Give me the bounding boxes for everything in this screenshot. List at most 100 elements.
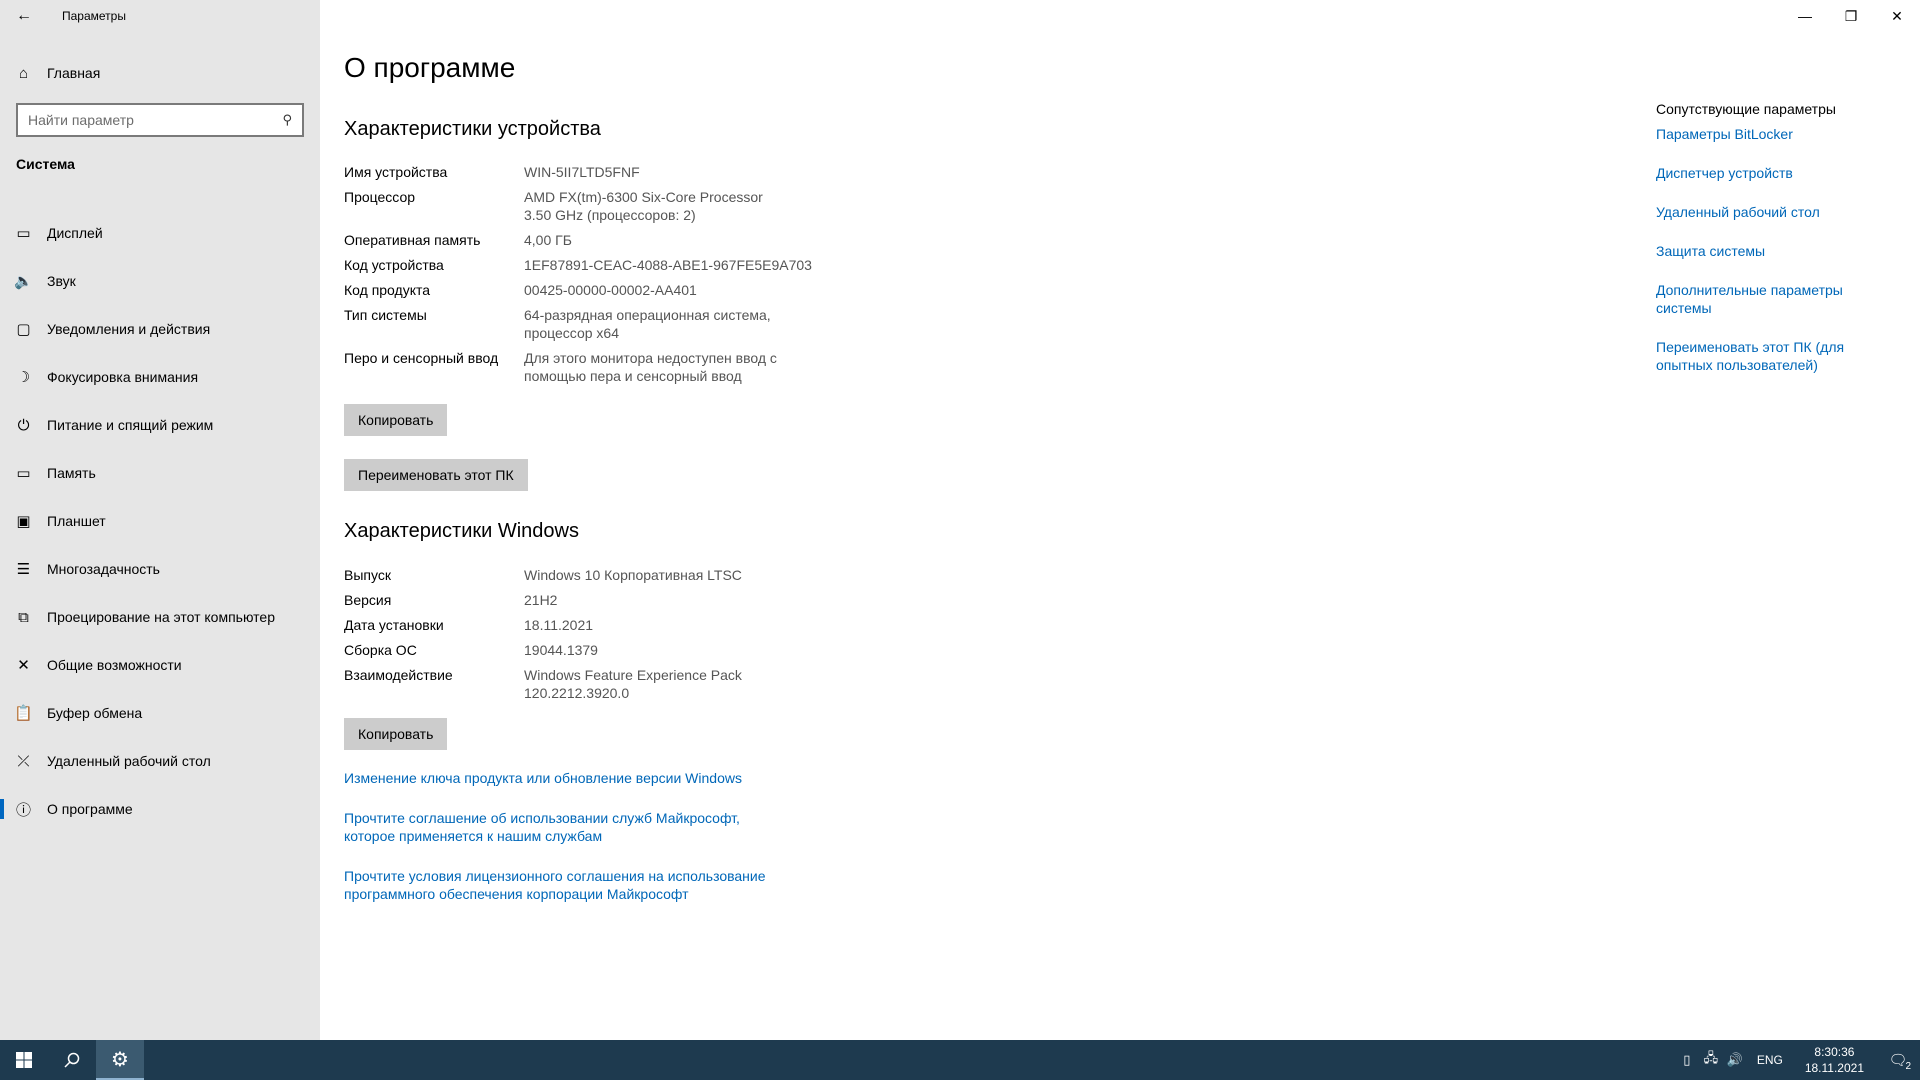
- spec-value: 00425-00000-00002-AA401: [524, 282, 697, 298]
- spec-value: 19044.1379: [524, 642, 598, 658]
- usb-device-icon[interactable]: ▯: [1675, 1052, 1699, 1068]
- spec-row: Код продукта 00425-00000-00002-AA401: [344, 281, 864, 299]
- sidebar-item-power[interactable]: ⏻ Питание и спящий режим: [0, 401, 320, 449]
- spec-label: Код продукта: [344, 282, 431, 298]
- project-icon: ⧉: [18, 608, 29, 626]
- related-link-advanced-system[interactable]: Дополнительные параметры системы: [1656, 281, 1896, 317]
- speaker-icon: 🔈: [14, 273, 33, 290]
- restore-icon: ❐: [1844, 7, 1858, 24]
- home-icon: ⌂: [18, 64, 29, 82]
- system-tray: ▯ 🖧 🔊 ENG 8:30:36 18.11.2021 🗨 2: [1675, 1040, 1920, 1080]
- spec-row: Код устройства 1EF87891-CEAC-4088-ABE1-96…: [344, 256, 864, 274]
- windows-specs-table: Выпуск Windows 10 Корпоративная LTSC Верси…: [344, 566, 864, 709]
- sidebar-item-tablet[interactable]: ▣ Планшет: [0, 497, 320, 545]
- change-product-key-link[interactable]: Изменение ключа продукта или обновление …: [344, 769, 824, 787]
- sidebar-item-clipboard[interactable]: 📋 Буфер обмена: [0, 689, 320, 737]
- related-link-remote-desktop[interactable]: Удаленный рабочий стол: [1656, 203, 1896, 221]
- search-input[interactable]: Найти параметр ⚲: [16, 103, 304, 137]
- spec-label: Выпуск: [344, 567, 391, 583]
- taskbar-settings-app[interactable]: ⚙: [96, 1040, 144, 1080]
- windows-logo-icon: [16, 1052, 32, 1068]
- sidebar-item-info[interactable]: ⓘ О программе: [0, 785, 320, 833]
- services-agreement-link[interactable]: Прочтите соглашение об использовании слу…: [344, 809, 824, 845]
- sidebar-item-label: Фокусировка внимания: [47, 369, 199, 385]
- storage-icon: ▭: [16, 465, 31, 482]
- tablet-icon: ▣: [16, 513, 31, 530]
- sidebar-item-label: О программе: [47, 801, 133, 817]
- titlebar: ← Параметры: [0, 0, 320, 32]
- minimize-icon: —: [1798, 8, 1812, 24]
- close-icon: ✕: [1891, 7, 1903, 24]
- volume-icon[interactable]: 🔊: [1723, 1052, 1747, 1068]
- shared-experiences-icon: ✕: [17, 657, 30, 674]
- clock-time: 8:30:36: [1814, 1045, 1855, 1059]
- sidebar-nav: ▭ Дисплей 🔈 Звук ▢ Уведомления и действия ☽ Фок…: [0, 209, 320, 833]
- license-terms-link[interactable]: Прочтите условия лицензионного соглашени…: [344, 867, 824, 903]
- spec-row: Перо и сенсорный ввод Для этого монитора …: [344, 349, 864, 385]
- spec-value: Windows 10 Корпоративная LTSC: [524, 567, 742, 583]
- taskbar-search-button[interactable]: [48, 1040, 96, 1080]
- sidebar-item-multitasking[interactable]: ☰ Многозадачность: [0, 545, 320, 593]
- spec-label: Дата установки: [344, 617, 444, 633]
- spec-label: Оперативная память: [344, 232, 481, 248]
- section-heading: Система: [16, 156, 75, 172]
- sidebar-item-label: Дисплей: [47, 225, 103, 241]
- spec-label: Взаимодействие: [344, 667, 453, 683]
- copy-windows-specs-button[interactable]: Копировать: [344, 718, 448, 750]
- related-link-rename-advanced[interactable]: Переименовать этот ПК (для опытных польз…: [1656, 338, 1896, 374]
- power-icon: ⏻: [17, 416, 30, 434]
- taskbar: ⚙ ▯ 🖧 🔊 ENG 8:30:36 18.11.2021 🗨 2: [0, 1040, 1920, 1080]
- sidebar-item-label: Память: [47, 465, 96, 481]
- spec-row: Имя устройства WIN-5II7LTD5FNF: [344, 163, 864, 181]
- spec-value: AMD FX(tm)-6300 Six-Core Processor 3.50 …: [524, 189, 763, 223]
- action-center-button[interactable]: 🗨 2: [1876, 1040, 1920, 1080]
- sidebar-item-home[interactable]: ⌂ Главная: [0, 57, 320, 89]
- sidebar-item-moon[interactable]: ☽ Фокусировка внимания: [0, 353, 320, 401]
- minimize-button[interactable]: —: [1782, 0, 1828, 32]
- clock[interactable]: 8:30:36 18.11.2021: [1805, 1044, 1864, 1076]
- sidebar-item-speaker[interactable]: 🔈 Звук: [0, 257, 320, 305]
- related-link-device-manager[interactable]: Диспетчер устройств: [1656, 164, 1896, 182]
- window-controls: — ❐ ✕: [1782, 0, 1920, 32]
- sidebar-item-notification[interactable]: ▢ Уведомления и действия: [0, 305, 320, 353]
- back-button[interactable]: ←: [0, 0, 48, 32]
- sidebar-item-shared-experiences[interactable]: ✕ Общие возможности: [0, 641, 320, 689]
- moon-icon: ☽: [16, 369, 31, 386]
- sidebar-item-label: Главная: [47, 65, 101, 81]
- maximize-button[interactable]: ❐: [1828, 0, 1874, 32]
- spec-label: Перо и сенсорный ввод: [344, 350, 499, 366]
- windows-specs-title: Характеристики Windows: [344, 520, 579, 542]
- page-title: О программе: [344, 52, 516, 83]
- remote-desktop-icon: ⤫: [17, 752, 30, 770]
- sidebar-item-project[interactable]: ⧉ Проецирование на этот компьютер: [0, 593, 320, 641]
- spec-label: Тип системы: [344, 307, 427, 323]
- sidebar-item-display[interactable]: ▭ Дисплей: [0, 209, 320, 257]
- related-settings-title: Сопутствующие параметры: [1656, 101, 1836, 117]
- related-link-system-protection[interactable]: Защита системы: [1656, 242, 1896, 260]
- sidebar-item-label: Многозадачность: [47, 561, 160, 577]
- close-button[interactable]: ✕: [1874, 0, 1920, 32]
- start-button[interactable]: [0, 1040, 48, 1080]
- related-link-bitlocker[interactable]: Параметры BitLocker: [1656, 125, 1896, 143]
- gear-icon: ⚙: [111, 1048, 129, 1071]
- spec-value: Для этого монитора недоступен ввод с пом…: [524, 350, 777, 384]
- spec-label: Сборка ОС: [344, 642, 417, 658]
- clock-date: 18.11.2021: [1804, 1061, 1864, 1075]
- sidebar-item-label: Планшет: [47, 513, 106, 529]
- sidebar-item-storage[interactable]: ▭ Память: [0, 449, 320, 497]
- copy-device-specs-button[interactable]: Копировать: [344, 404, 448, 436]
- sidebar-item-remote-desktop[interactable]: ⤫ Удаленный рабочий стол: [0, 737, 320, 785]
- network-icon[interactable]: 🖧: [1699, 1049, 1723, 1071]
- sidebar-item-label: Питание и спящий режим: [47, 417, 214, 433]
- spec-value: 1EF87891-CEAC-4088-ABE1-967FE5E9A703: [524, 257, 812, 273]
- rename-pc-button[interactable]: Переименовать этот ПК: [344, 459, 528, 491]
- sidebar-item-label: Общие возможности: [47, 657, 182, 673]
- notification-count: 2: [1905, 1061, 1911, 1072]
- clipboard-icon: 📋: [14, 705, 33, 722]
- sidebar-item-label: Удаленный рабочий стол: [47, 753, 211, 769]
- search-placeholder: Найти параметр: [28, 112, 134, 128]
- sidebar-item-label: Уведомления и действия: [47, 321, 211, 337]
- input-language[interactable]: ENG: [1757, 1053, 1783, 1067]
- spec-row: Выпуск Windows 10 Корпоративная LTSC: [344, 566, 864, 584]
- spec-label: Процессор: [344, 189, 416, 205]
